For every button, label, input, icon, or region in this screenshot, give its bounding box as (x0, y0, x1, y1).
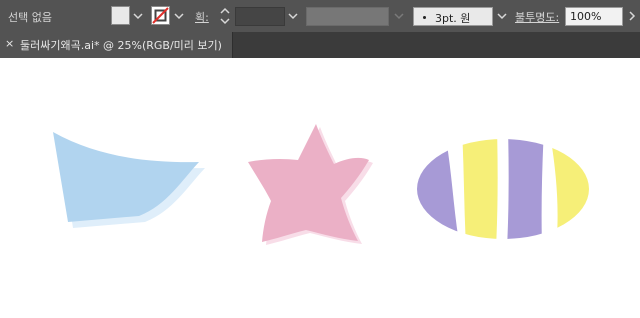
opacity-input[interactable]: 100% (565, 7, 623, 26)
chevron-down-icon[interactable] (496, 10, 508, 22)
stroke-weight-input[interactable] (235, 7, 285, 26)
warped-striped-egg[interactable] (417, 128, 592, 248)
artwork (53, 124, 592, 248)
opacity-label: 불투명도: (515, 11, 560, 24)
chevron-down-icon[interactable] (287, 10, 299, 22)
chevron-down-icon (394, 13, 404, 20)
chevron-right-icon[interactable] (626, 10, 638, 22)
fill-swatch-icon[interactable] (111, 6, 130, 25)
document-tab-bar: × 둘러싸기왜곡.ai* @ 25%(RGB/미리 보기) (0, 32, 640, 58)
warped-pink-star[interactable] (248, 124, 373, 245)
control-panel: 선택 없음 획: 3pt. 원 불투명도: 100% (0, 0, 640, 32)
close-icon[interactable]: × (5, 37, 14, 50)
opacity-value: 100% (570, 10, 602, 23)
artboard-canvas[interactable] (0, 58, 640, 318)
brush-definition-dropdown[interactable]: 3pt. 원 (413, 7, 493, 26)
stroke-none-swatch-icon[interactable] (151, 6, 170, 25)
selection-status: 선택 없음 (8, 11, 52, 24)
brush-dot-icon (423, 16, 426, 19)
stepper-icon[interactable] (219, 6, 231, 26)
chevron-down-icon[interactable] (173, 10, 185, 22)
chevron-down-icon[interactable] (132, 10, 144, 22)
brush-value: 3pt. 원 (435, 12, 471, 25)
warped-blue-shape[interactable] (53, 132, 205, 228)
document-tab-title: 둘러싸기왜곡.ai* @ 25%(RGB/미리 보기) (20, 39, 222, 52)
stroke-weight-label: 획: (195, 11, 209, 24)
document-tab[interactable]: × 둘러싸기왜곡.ai* @ 25%(RGB/미리 보기) (0, 32, 233, 58)
variable-width-profile-dropdown[interactable] (306, 7, 389, 26)
